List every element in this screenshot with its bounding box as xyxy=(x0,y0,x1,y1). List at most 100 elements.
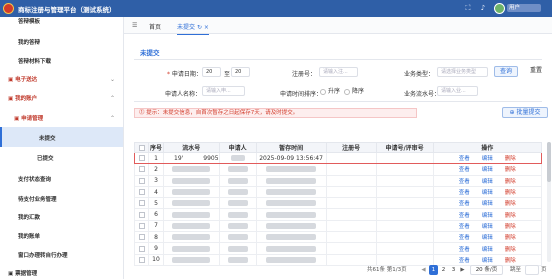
row-reg-no xyxy=(325,242,377,255)
unsubmitted-table: 序号 流水号 申请人 暂存时间 注册号 申请号/评审号 操作 1 19' 9905… xyxy=(134,142,543,266)
menu-toggle-icon[interactable]: ☰ xyxy=(132,22,137,29)
page-2-button[interactable]: 2 xyxy=(440,265,447,275)
row-checkbox[interactable] xyxy=(134,174,149,187)
prev-page-button[interactable]: ◀ xyxy=(420,265,427,275)
flow-no-input[interactable]: 请输入业... xyxy=(437,86,478,96)
col-actions: 操作 xyxy=(432,142,543,153)
redacted xyxy=(266,256,317,263)
user-menu[interactable]: 用户 xyxy=(507,4,541,12)
page-3-button[interactable]: 3 xyxy=(450,265,457,275)
edit-link[interactable]: 编辑 xyxy=(482,188,493,196)
edit-link[interactable]: 编辑 xyxy=(482,211,493,219)
delete-link[interactable]: 删除 xyxy=(505,177,516,185)
tab-home[interactable]: 首页 xyxy=(149,22,161,31)
delete-link[interactable]: 删除 xyxy=(505,165,516,173)
view-link[interactable]: 查看 xyxy=(459,211,470,219)
view-link[interactable]: 查看 xyxy=(459,199,470,207)
page-unit-label: 页 xyxy=(541,267,547,273)
fullscreen-icon[interactable]: ⛶ xyxy=(464,4,472,12)
row-checkbox[interactable] xyxy=(134,208,149,221)
row-apply-no xyxy=(375,197,434,210)
delete-link[interactable]: 删除 xyxy=(505,188,516,196)
checkbox-icon xyxy=(138,177,145,184)
col-no: 序号 xyxy=(148,142,164,153)
tab-unsubmitted[interactable]: 未提交 ↻ × xyxy=(177,22,209,35)
checkbox-icon xyxy=(138,155,145,162)
delete-link[interactable]: 删除 xyxy=(505,211,516,219)
edit-link[interactable]: 编辑 xyxy=(482,233,493,241)
edit-link[interactable]: 编辑 xyxy=(482,177,493,185)
edit-link[interactable]: 编辑 xyxy=(482,165,493,173)
table-scrollbar[interactable] xyxy=(547,142,551,262)
refresh-icon[interactable]: ↻ xyxy=(197,24,202,31)
view-link[interactable]: 查看 xyxy=(459,177,470,185)
view-link[interactable]: 查看 xyxy=(459,233,470,241)
row-checkbox[interactable] xyxy=(134,185,149,199)
page-size-select[interactable]: 20 条/页 xyxy=(470,265,503,275)
batch-submit-button[interactable]: ⊕ 批量提交 xyxy=(502,107,548,118)
redacted xyxy=(227,245,248,252)
sidebar-item-label: 未提交 xyxy=(39,136,56,142)
sidebar-item-unsubmitted[interactable]: 未提交 xyxy=(0,127,123,147)
date-from-input[interactable]: 20 xyxy=(202,67,221,77)
row-no: 4 xyxy=(148,185,164,199)
sidebar-item-invoice[interactable]: ▣ 票据管理 xyxy=(8,269,132,277)
jump-input[interactable] xyxy=(525,265,539,275)
row-checkbox[interactable] xyxy=(134,163,149,176)
redacted xyxy=(230,155,245,162)
label-text: 申请日期： xyxy=(171,71,202,78)
delete-link[interactable]: 删除 xyxy=(505,222,516,230)
row-reg-no xyxy=(325,151,377,165)
reg-no-input[interactable]: 请输入注... xyxy=(319,67,358,77)
date-to-input[interactable]: 20 xyxy=(231,67,250,77)
close-icon[interactable]: × xyxy=(204,24,209,31)
row-no: 6 xyxy=(148,208,164,221)
row-actions: 查看 编辑 删除 xyxy=(432,219,543,233)
delete-link[interactable]: 删除 xyxy=(505,233,516,241)
edit-link[interactable]: 编辑 xyxy=(482,245,493,253)
delete-link[interactable]: 删除 xyxy=(505,154,516,162)
delete-link[interactable]: 删除 xyxy=(505,245,516,253)
redacted xyxy=(185,155,202,162)
row-apply-no xyxy=(375,163,434,176)
delete-link[interactable]: 删除 xyxy=(505,199,516,207)
scrollbar-thumb[interactable] xyxy=(547,142,551,182)
tab-bar: ☰ 首页 未提交 ↻ × xyxy=(124,17,552,35)
view-link[interactable]: 查看 xyxy=(459,165,470,173)
edit-link[interactable]: 编辑 xyxy=(482,154,493,162)
view-link[interactable]: 查看 xyxy=(459,222,470,230)
chevron-up-icon: ⌃ xyxy=(109,115,115,122)
checkbox-icon xyxy=(138,245,145,252)
redacted xyxy=(172,211,211,218)
row-save-time xyxy=(255,174,327,187)
reset-button[interactable]: 重置 xyxy=(524,66,548,77)
query-button[interactable]: 查询 xyxy=(494,66,518,77)
next-page-button[interactable]: ▶ xyxy=(459,265,466,275)
view-link[interactable]: 查看 xyxy=(459,188,470,196)
biz-type-select[interactable]: 请选择业务类型 xyxy=(437,67,488,77)
avatar[interactable] xyxy=(494,3,505,14)
checkbox-icon xyxy=(138,256,145,263)
view-link[interactable]: 查看 xyxy=(459,256,470,264)
select-all-checkbox[interactable] xyxy=(134,142,149,153)
bell-icon[interactable]: ♪ xyxy=(479,4,487,12)
edit-link[interactable]: 编辑 xyxy=(482,222,493,230)
sidebar-item-apply-manage[interactable]: ▣ 申请管理 xyxy=(14,114,138,122)
delete-link[interactable]: 删除 xyxy=(505,256,516,264)
row-checkbox[interactable] xyxy=(134,219,149,233)
redacted xyxy=(172,189,211,196)
row-checkbox[interactable] xyxy=(134,197,149,210)
row-checkbox[interactable] xyxy=(134,242,149,255)
applicant-input[interactable]: 请输入申... xyxy=(202,86,245,96)
edit-link[interactable]: 编辑 xyxy=(482,256,493,264)
view-link[interactable]: 查看 xyxy=(459,245,470,253)
row-checkbox[interactable] xyxy=(134,231,149,244)
row-checkbox[interactable] xyxy=(134,151,149,165)
row-flow-no xyxy=(163,197,220,210)
page-1-button[interactable]: 1 xyxy=(429,265,438,275)
edit-link[interactable]: 编辑 xyxy=(482,199,493,207)
sort-desc-radio[interactable]: 降序 xyxy=(344,86,364,95)
view-link[interactable]: 查看 xyxy=(459,154,470,162)
row-actions: 查看 编辑 删除 xyxy=(432,242,543,255)
sort-asc-radio[interactable]: 升序 xyxy=(320,86,340,95)
